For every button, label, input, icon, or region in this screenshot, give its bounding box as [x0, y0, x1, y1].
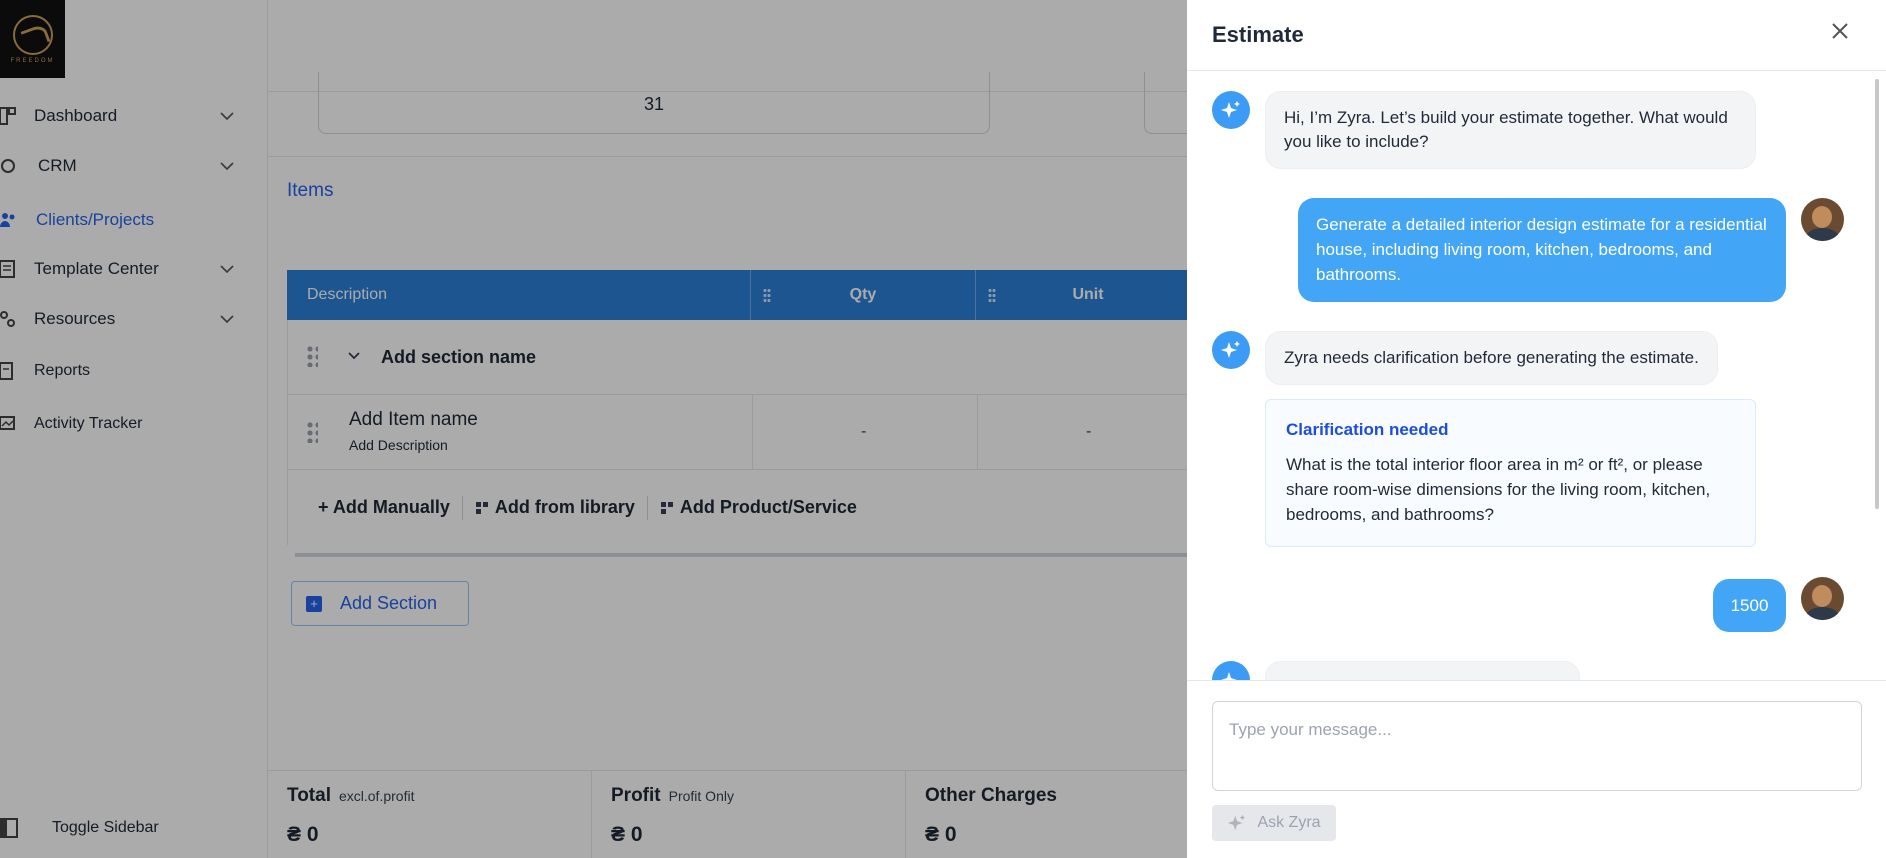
sparkle-icon [1221, 672, 1237, 680]
user-avatar [1801, 577, 1844, 620]
bot-message-pending [1265, 661, 1580, 680]
bot-message: Zyra needs clarification before generati… [1265, 331, 1718, 385]
drawer-title: Estimate [1212, 22, 1304, 47]
user-message: Generate a detailed interior design esti… [1298, 198, 1786, 302]
user-avatar [1801, 198, 1844, 241]
sparkle-icon [1221, 101, 1240, 118]
zyra-avatar [1212, 661, 1250, 680]
clarification-text: What is the total interior floor area in… [1286, 455, 1711, 524]
bot-message: Hi, I’m Zyra. Let’s build your estimate … [1265, 91, 1756, 169]
user-message: 1500 [1713, 579, 1786, 632]
ask-zyra-button[interactable]: Ask Zyra [1212, 805, 1336, 841]
estimate-drawer: Estimate Hi, I’m Zyra. Let’s build your … [1187, 0, 1886, 858]
message-input[interactable]: Type your message... [1212, 701, 1862, 791]
zyra-avatar [1212, 91, 1250, 129]
modal-backdrop[interactable] [0, 0, 1187, 858]
clarification-card: Clarification needed What is the total i… [1265, 399, 1756, 547]
zyra-avatar [1212, 331, 1250, 369]
clarification-title: Clarification needed [1286, 420, 1449, 439]
chat-scrollbar[interactable] [1875, 79, 1879, 509]
close-icon[interactable] [1827, 18, 1853, 44]
ask-zyra-label: Ask Zyra [1257, 814, 1321, 831]
sparkle-icon [1228, 814, 1246, 831]
chat-thread[interactable]: Hi, I’m Zyra. Let’s build your estimate … [1187, 71, 1886, 681]
message-placeholder: Type your message... [1229, 720, 1392, 739]
sparkle-icon [1221, 341, 1240, 358]
